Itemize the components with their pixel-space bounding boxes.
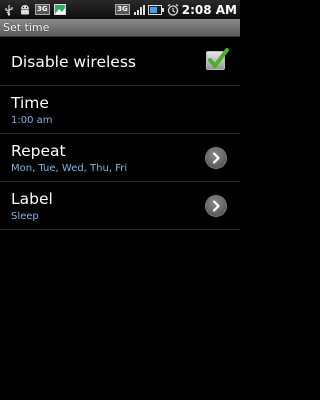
disable-wireless-checkbox[interactable]	[206, 48, 229, 70]
3g-badge-icon: 3G	[35, 4, 50, 15]
battery-icon	[147, 4, 164, 15]
chevron-right-icon[interactable]	[205, 146, 227, 169]
settings-list: Disable wireless Time 1:00 am Repeat Mon…	[0, 38, 240, 230]
android-debug-icon	[19, 4, 31, 16]
status-bar: 3G 3G 2:08 AM	[0, 0, 240, 19]
time-row[interactable]: Time 1:00 am	[0, 86, 240, 134]
disable-wireless-row[interactable]: Disable wireless	[0, 38, 240, 86]
time-value: 1:00 am	[11, 114, 53, 126]
usb-icon	[3, 4, 15, 16]
checkmark-icon	[208, 48, 229, 68]
signal-icon	[133, 4, 145, 16]
status-clock: 2:08 AM	[181, 2, 237, 17]
page-title: Set time	[3, 21, 50, 34]
label-row[interactable]: Label Sleep	[0, 182, 240, 230]
image-icon	[53, 4, 66, 15]
title-bar: Set time	[0, 19, 240, 37]
chevron-right-icon[interactable]	[205, 194, 227, 217]
alarm-icon	[167, 3, 179, 16]
time-label: Time	[11, 93, 49, 112]
3g-data-icon: 3G	[115, 4, 130, 15]
repeat-row[interactable]: Repeat Mon, Tue, Wed, Thu, Fri	[0, 134, 240, 182]
